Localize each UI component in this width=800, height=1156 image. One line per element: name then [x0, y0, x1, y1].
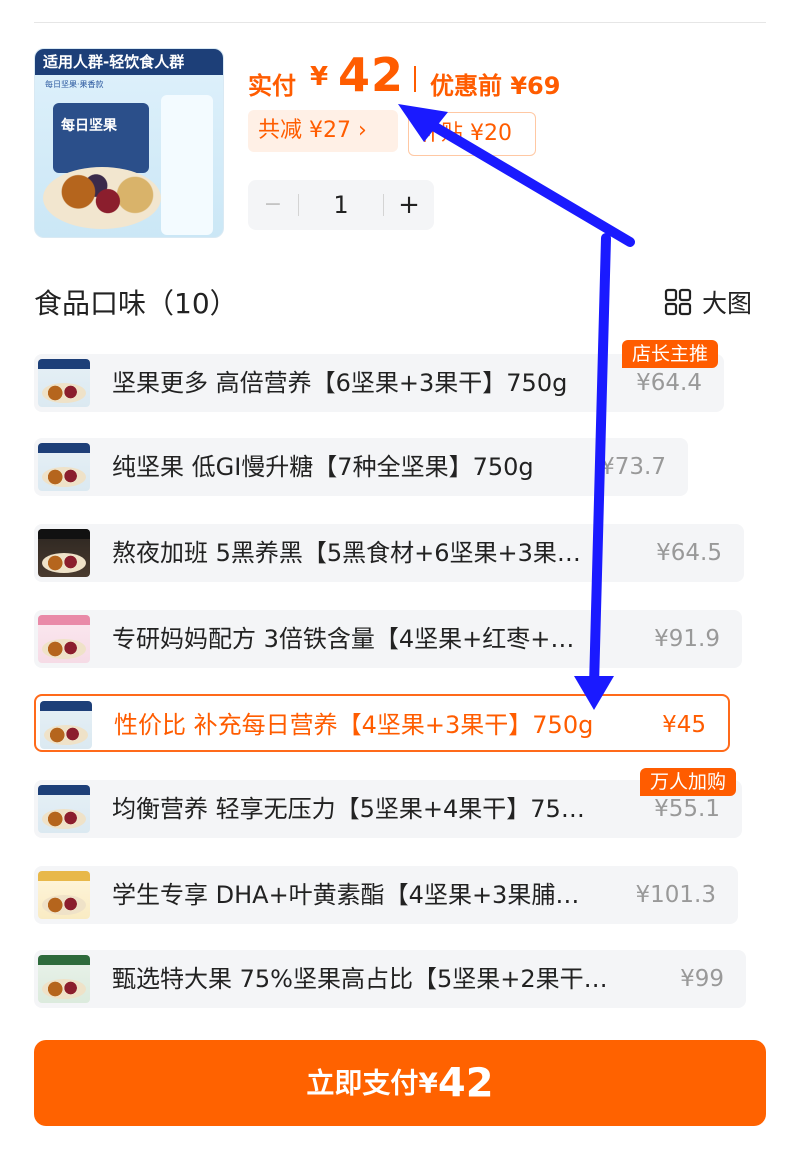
nuts-plate-image [43, 167, 161, 229]
pay-now-label: 立即支付 [306, 1066, 419, 1100]
flavor-option-1[interactable]: 坚果更多 高倍营养【6坚果+3果干】750g ¥64.4 [34, 354, 724, 412]
product-thumbnail[interactable]: 适用人群-轻饮食人群 每日坚果·果香款 每日坚果 [34, 48, 224, 238]
option-label: 均衡营养 轻享无压力【5坚果+4果干】75… [112, 795, 585, 823]
option-label: 学生专享 DHA+叶黄素酯【4坚果+3果脯… [112, 881, 580, 909]
option-price: ¥101.3 [635, 882, 716, 908]
grid-icon [664, 288, 692, 316]
option-price: ¥99 [680, 966, 724, 992]
flavor-option-3[interactable]: 熬夜加班 5黑养黑【5黑食材+6坚果+3果… ¥64.5 [34, 524, 744, 582]
pay-amount: 42 [437, 1060, 494, 1107]
flavor-option-7[interactable]: 学生专享 DHA+叶黄素酯【4坚果+3果脯… ¥101.3 [34, 866, 738, 924]
large-image-view-toggle[interactable]: 大图 [664, 284, 752, 320]
product-box-image [53, 103, 149, 173]
top-divider [34, 22, 766, 23]
pay-currency: ¥ [418, 1066, 438, 1100]
price-separator [414, 66, 416, 92]
flavor-option-5-selected[interactable]: 性价比 补充每日营养【4坚果+3果干】750g ¥45 [34, 694, 730, 752]
option-thumbnail [38, 443, 90, 491]
option-label: 性价比 补充每日营养【4坚果+3果干】750g [114, 711, 594, 739]
flavor-section-title: 食品口味（10） [34, 287, 238, 320]
flavor-option-4[interactable]: 专研妈妈配方 3倍铁含量【4坚果+红枣+… ¥91.9 [34, 610, 742, 668]
option-label: 熬夜加班 5黑养黑【5黑食材+6坚果+3果… [112, 539, 581, 567]
thumbnail-banner: 适用人群-轻饮食人群 [35, 49, 223, 75]
option-price: ¥45 [662, 712, 706, 738]
subsidy-tag: 补贴 ¥20 [408, 112, 536, 156]
option-thumbnail [40, 701, 92, 749]
flavor-option-8[interactable]: 甄选特大果 75%坚果高占比【5坚果+2果干… ¥99 [34, 950, 746, 1008]
discount-total-button[interactable]: 共减 ¥27 › [248, 110, 398, 152]
increase-quantity-button[interactable]: + [384, 180, 434, 230]
option-label: 专研妈妈配方 3倍铁含量【4坚果+红枣+… [112, 625, 575, 653]
paid-label: 实付 [248, 72, 296, 100]
flavor-option-2[interactable]: 纯坚果 低GI慢升糖【7种全坚果】750g ¥73.7 [34, 438, 688, 496]
option-thumbnail [38, 785, 90, 833]
option-label: 纯坚果 低GI慢升糖【7种全坚果】750g [112, 453, 534, 481]
original-price: 优惠前 ¥69 [430, 72, 561, 100]
paid-currency: ¥ [310, 62, 329, 92]
ingredient-panel [161, 95, 213, 235]
option-thumbnail [38, 955, 90, 1003]
quantity-stepper: − 1 + [248, 180, 434, 230]
paid-amount: 42 [338, 48, 405, 102]
flavor-option-6[interactable]: 均衡营养 轻享无压力【5坚果+4果干】75… ¥55.1 [34, 780, 742, 838]
option-thumbnail [38, 359, 90, 407]
option-thumbnail [38, 871, 90, 919]
option-thumbnail [38, 615, 90, 663]
option-price: ¥73.7 [600, 454, 666, 480]
product-box-label: 每日坚果 [61, 118, 117, 134]
thumbnail-subtitle: 每日坚果·果香款 [45, 80, 104, 89]
popular-badge: 万人加购 [640, 768, 737, 796]
option-label: 甄选特大果 75%坚果高占比【5坚果+2果干… [112, 965, 608, 993]
option-price: ¥64.5 [656, 540, 722, 566]
decrease-quantity-button[interactable]: − [248, 180, 298, 230]
large-image-label: 大图 [702, 289, 753, 318]
option-label: 坚果更多 高倍营养【6坚果+3果干】750g [112, 369, 568, 397]
store-recommended-badge: 店长主推 [622, 340, 719, 368]
option-thumbnail [38, 529, 90, 577]
pay-now-button[interactable]: 立即支付¥42 [34, 1040, 766, 1126]
quantity-value[interactable]: 1 [298, 180, 384, 230]
option-price: ¥91.9 [654, 626, 720, 652]
